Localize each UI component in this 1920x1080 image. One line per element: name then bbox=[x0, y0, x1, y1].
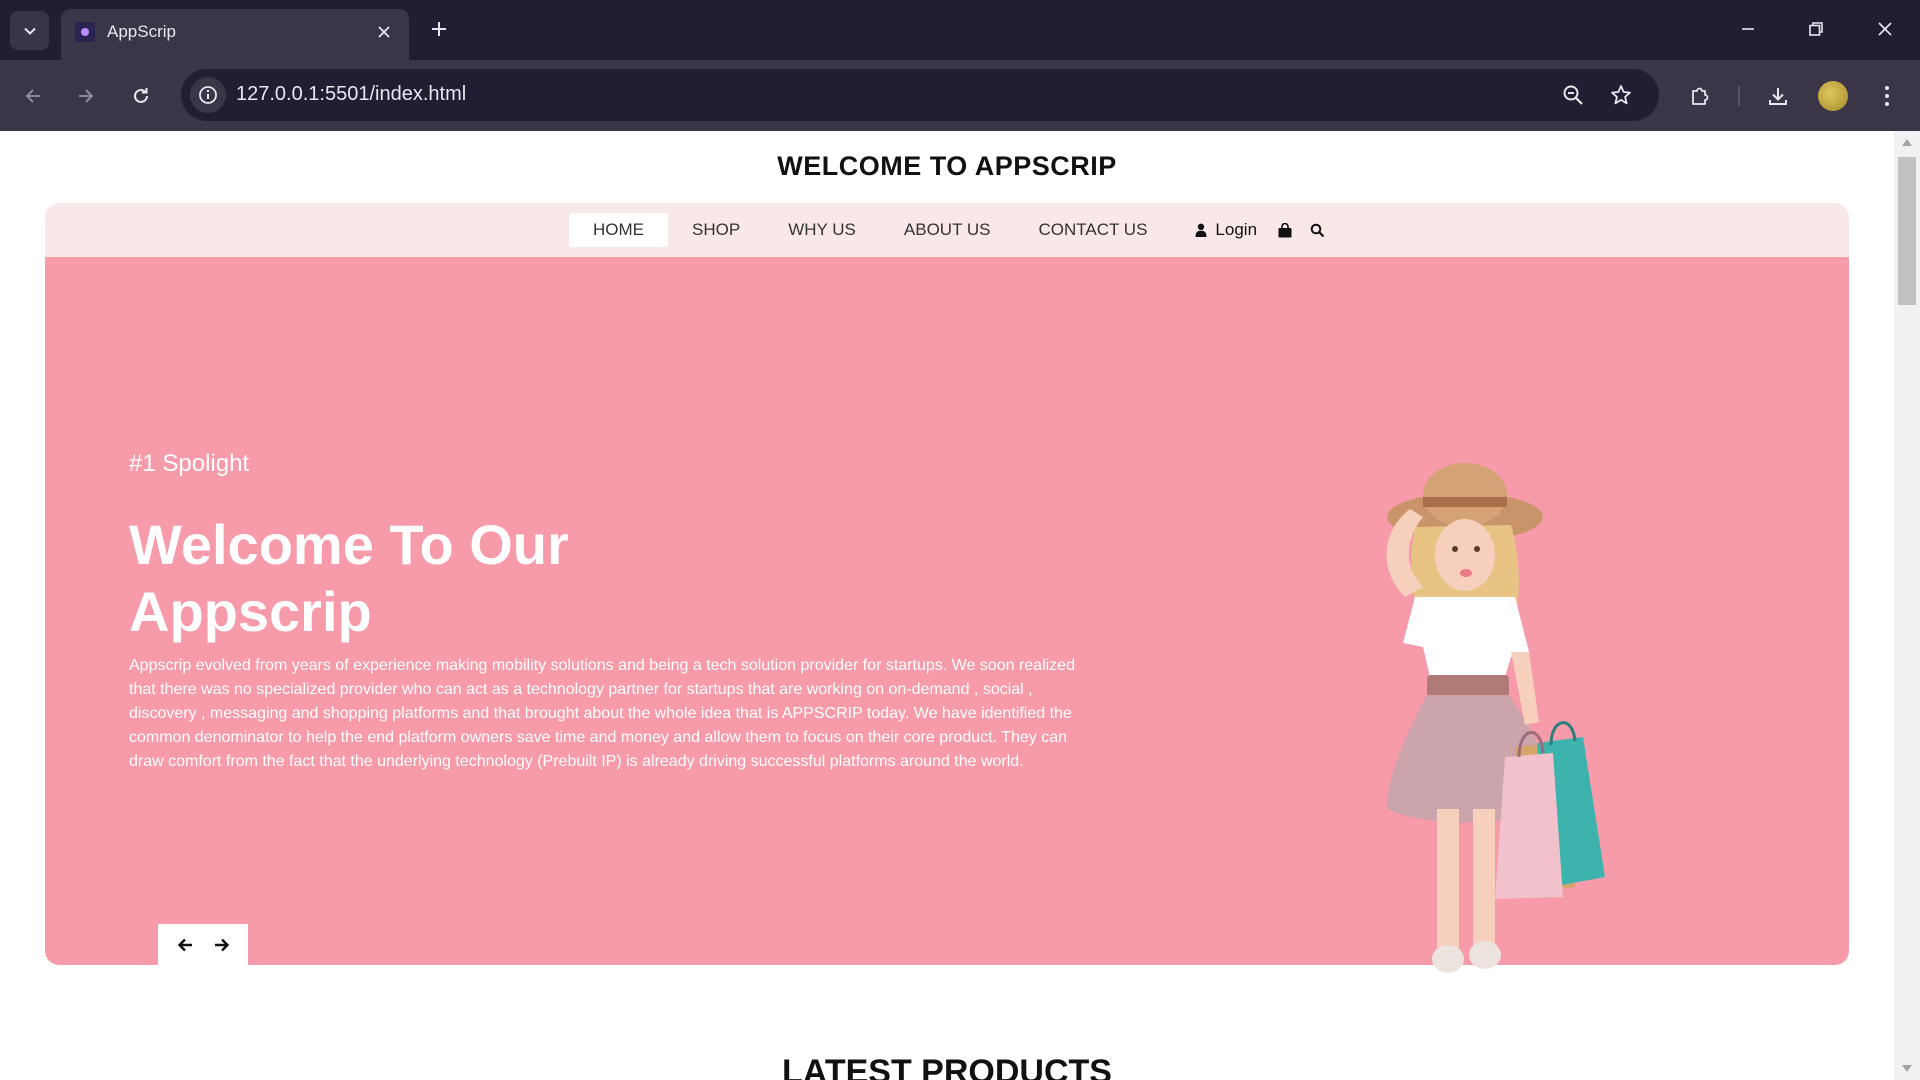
kebab-menu-icon bbox=[1885, 86, 1889, 106]
reload-icon bbox=[134, 88, 148, 103]
forward-button[interactable] bbox=[66, 76, 106, 116]
zoom-button[interactable] bbox=[1557, 79, 1589, 111]
scroll-thumb[interactable] bbox=[1898, 157, 1916, 305]
extensions-button[interactable] bbox=[1680, 76, 1720, 116]
scroll-up-arrow[interactable] bbox=[1902, 139, 1912, 146]
downloads-button[interactable] bbox=[1758, 76, 1798, 116]
site-title: WELCOME TO APPSCRIP bbox=[777, 151, 1117, 181]
minimize-icon bbox=[1742, 28, 1754, 30]
zoom-out-icon bbox=[1563, 85, 1583, 105]
nav-item-why-us[interactable]: WHY US bbox=[764, 213, 880, 247]
info-icon bbox=[199, 86, 217, 104]
nav-item-contact-us[interactable]: CONTACT US bbox=[1014, 213, 1171, 247]
tab-close-button[interactable] bbox=[373, 21, 395, 43]
login-link[interactable]: Login bbox=[1171, 213, 1269, 247]
nav-item-home[interactable]: HOME bbox=[569, 213, 668, 247]
hero-heading: Welcome To Our Appscrip bbox=[129, 513, 569, 643]
back-button[interactable] bbox=[13, 76, 53, 116]
url-text[interactable]: 127.0.0.1:5501/index.html bbox=[236, 83, 466, 106]
browser-tabstrip: AppScrip bbox=[0, 0, 1920, 60]
hero-girl-image bbox=[1386, 463, 1605, 973]
page-viewport: WELCOME TO APPSCRIP HOME SHOP WHY US ABO… bbox=[0, 131, 1920, 1080]
profile-avatar[interactable] bbox=[1818, 81, 1848, 111]
star-icon bbox=[1611, 85, 1631, 105]
carousel-controls bbox=[158, 924, 248, 965]
arrow-right-icon bbox=[79, 89, 94, 103]
close-icon bbox=[1878, 22, 1892, 36]
nav-links: HOME SHOP WHY US ABOUT US CONTACT US Log… bbox=[569, 213, 1333, 247]
nav-item-shop[interactable]: SHOP bbox=[668, 213, 764, 247]
hero-tagline: #1 Spolight bbox=[129, 450, 250, 477]
browser-toolbar: 127.0.0.1:5501/index.html bbox=[0, 60, 1920, 131]
address-bar[interactable]: 127.0.0.1:5501/index.html bbox=[181, 69, 1659, 121]
carousel-prev-button[interactable] bbox=[170, 930, 200, 960]
browser-tab[interactable]: AppScrip bbox=[61, 9, 409, 60]
reload-button[interactable] bbox=[121, 76, 161, 116]
close-window-button[interactable] bbox=[1863, 9, 1907, 49]
restore-button[interactable] bbox=[1794, 9, 1838, 49]
favicon-icon bbox=[75, 22, 95, 42]
browser-menu-button[interactable] bbox=[1867, 76, 1907, 116]
arrow-left-icon bbox=[177, 938, 192, 951]
user-icon bbox=[1195, 223, 1207, 237]
latest-products-heading: LATEST PRODUCTS bbox=[782, 1053, 1112, 1080]
shopping-bag-icon bbox=[1278, 222, 1292, 237]
hero-description: Appscrip evolved from years of experienc… bbox=[129, 657, 1075, 770]
plus-icon bbox=[432, 22, 446, 36]
scroll-down-arrow[interactable] bbox=[1902, 1065, 1912, 1072]
arrow-right-icon bbox=[214, 938, 229, 951]
nav-item-about-us[interactable]: ABOUT US bbox=[880, 213, 1015, 247]
new-tab-button[interactable] bbox=[423, 13, 455, 45]
download-icon bbox=[1769, 88, 1787, 105]
page-scrollbar[interactable] bbox=[1894, 131, 1920, 1080]
cart-button[interactable] bbox=[1269, 213, 1301, 247]
puzzle-icon bbox=[1692, 87, 1709, 105]
tab-title: AppScrip bbox=[107, 22, 176, 41]
hero-banner: #1 Spolight Welcome To Our Appscrip Apps… bbox=[45, 257, 1849, 973]
search-icon bbox=[1310, 223, 1324, 237]
carousel-next-button[interactable] bbox=[207, 930, 237, 960]
main-navbar: HOME SHOP WHY US ABOUT US CONTACT US Log… bbox=[45, 203, 1849, 257]
minimize-button[interactable] bbox=[1726, 9, 1770, 49]
restore-icon bbox=[1809, 22, 1823, 36]
search-button[interactable] bbox=[1301, 213, 1333, 247]
arrow-left-icon bbox=[25, 89, 40, 103]
login-label: Login bbox=[1215, 220, 1258, 239]
toolbar-separator bbox=[1738, 86, 1740, 106]
site-info-button[interactable] bbox=[190, 77, 226, 113]
close-icon bbox=[378, 26, 390, 38]
bookmark-button[interactable] bbox=[1605, 79, 1637, 111]
chevron-down-icon bbox=[23, 27, 36, 35]
tab-search-button[interactable] bbox=[10, 11, 49, 50]
